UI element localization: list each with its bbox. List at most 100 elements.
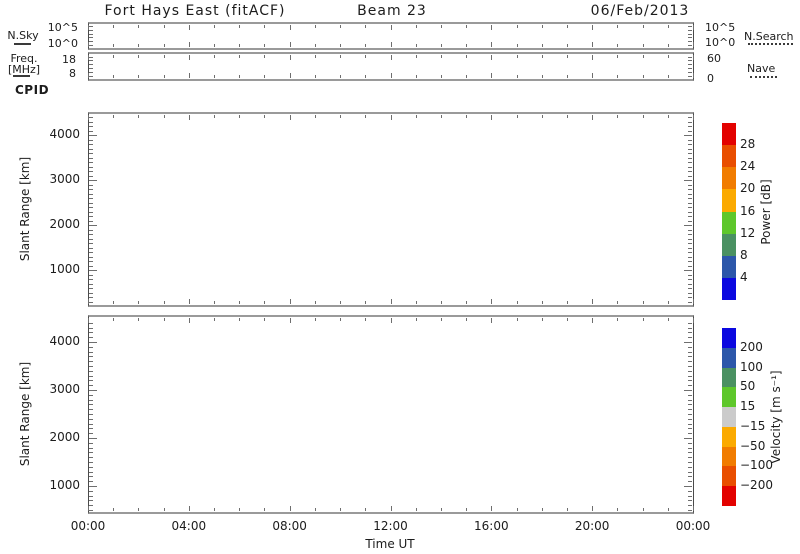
x-tick [592, 299, 593, 304]
y-tick [89, 158, 93, 159]
y-tick [89, 30, 93, 31]
x-tick [113, 75, 114, 78]
y-tick [89, 496, 93, 497]
y-tick [688, 189, 692, 190]
x-tick [340, 318, 341, 321]
y-tick [89, 221, 93, 222]
x-tick [315, 55, 316, 58]
x-tick [239, 55, 240, 58]
x-tick [315, 115, 316, 118]
y-tick [688, 293, 692, 294]
x-tick [567, 55, 568, 58]
x-tick [391, 506, 392, 511]
x-tick [365, 508, 366, 511]
y-tick [89, 481, 93, 482]
x-tick [189, 42, 190, 47]
x-tick [214, 508, 215, 511]
x-tick [693, 42, 694, 47]
y-tick [89, 41, 93, 42]
x-tick [264, 75, 265, 78]
x-tick [138, 44, 139, 47]
x-tick [214, 318, 215, 321]
x-tick [542, 25, 543, 28]
y-tick [89, 176, 93, 177]
y-tick [89, 500, 93, 501]
x-tick [567, 301, 568, 304]
power-y-tick-label: 4000 [36, 127, 80, 142]
x-tick [290, 506, 291, 511]
y-tick [89, 126, 93, 127]
y-tick [688, 37, 692, 38]
x-tick [365, 25, 366, 28]
plot-title: Fort Hays East (fitACF) [60, 3, 330, 19]
y-tick [684, 135, 692, 136]
x-tick [340, 55, 341, 58]
x-tick [416, 115, 417, 118]
x-tick [214, 44, 215, 47]
y-tick [688, 144, 692, 145]
x-tick [340, 75, 341, 78]
x-tick [466, 301, 467, 304]
velocity-colorbar-tick-label: −200 [740, 478, 773, 493]
y-tick [89, 266, 93, 267]
y-tick [89, 185, 93, 186]
x-tick [264, 115, 265, 118]
y-tick [688, 424, 692, 425]
x-tick [264, 25, 265, 28]
x-tick [542, 318, 543, 321]
y-tick [688, 26, 692, 27]
y-tick [89, 72, 93, 73]
power-colorbar-tick-label: 28 [740, 137, 755, 152]
y-tick [89, 257, 93, 258]
x-tick [340, 25, 341, 28]
y-tick [89, 472, 93, 473]
nave-ytick-top: 60 [707, 52, 721, 65]
y-tick [89, 347, 93, 348]
y-tick [688, 60, 692, 61]
x-tick [214, 115, 215, 118]
y-tick [688, 328, 692, 329]
x-tick [189, 115, 190, 120]
nsearch-linestyle-key [748, 43, 793, 45]
y-tick [688, 153, 692, 154]
colorbar-segment [722, 145, 736, 167]
x-tick [315, 25, 316, 28]
y-tick [89, 270, 97, 271]
nave-linestyle-key [750, 76, 777, 78]
y-tick [688, 428, 692, 429]
y-tick [688, 252, 692, 253]
y-tick [688, 257, 692, 258]
y-tick [89, 234, 93, 235]
y-tick [688, 275, 692, 276]
y-tick [89, 476, 93, 477]
x-tick [290, 299, 291, 304]
power-y-tick-label: 1000 [36, 262, 80, 277]
y-tick [688, 117, 692, 118]
y-tick [89, 409, 93, 410]
power-colorbar [722, 123, 736, 300]
y-tick [89, 131, 93, 132]
y-tick [89, 510, 93, 511]
y-tick [89, 135, 97, 136]
y-tick [89, 162, 93, 163]
x-tick [491, 299, 492, 304]
x-tick [517, 44, 518, 47]
x-tick [164, 115, 165, 118]
beam-label: Beam 23 [348, 3, 436, 19]
xaxis-title: Time UT [350, 537, 430, 552]
colorbar-segment [722, 368, 736, 388]
y-tick [89, 207, 93, 208]
x-tick [164, 44, 165, 47]
velocity-colorbar-title: Velocity [m s⁻¹] [769, 370, 783, 463]
x-tick [113, 508, 114, 511]
x-tick-label: 16:00 [461, 519, 521, 534]
x-tick [668, 44, 669, 47]
y-tick [688, 57, 692, 58]
y-tick [89, 337, 93, 338]
x-tick [365, 318, 366, 321]
x-tick [315, 508, 316, 511]
y-tick [688, 337, 692, 338]
x-tick [643, 25, 644, 28]
x-tick [668, 301, 669, 304]
y-tick [89, 342, 97, 343]
